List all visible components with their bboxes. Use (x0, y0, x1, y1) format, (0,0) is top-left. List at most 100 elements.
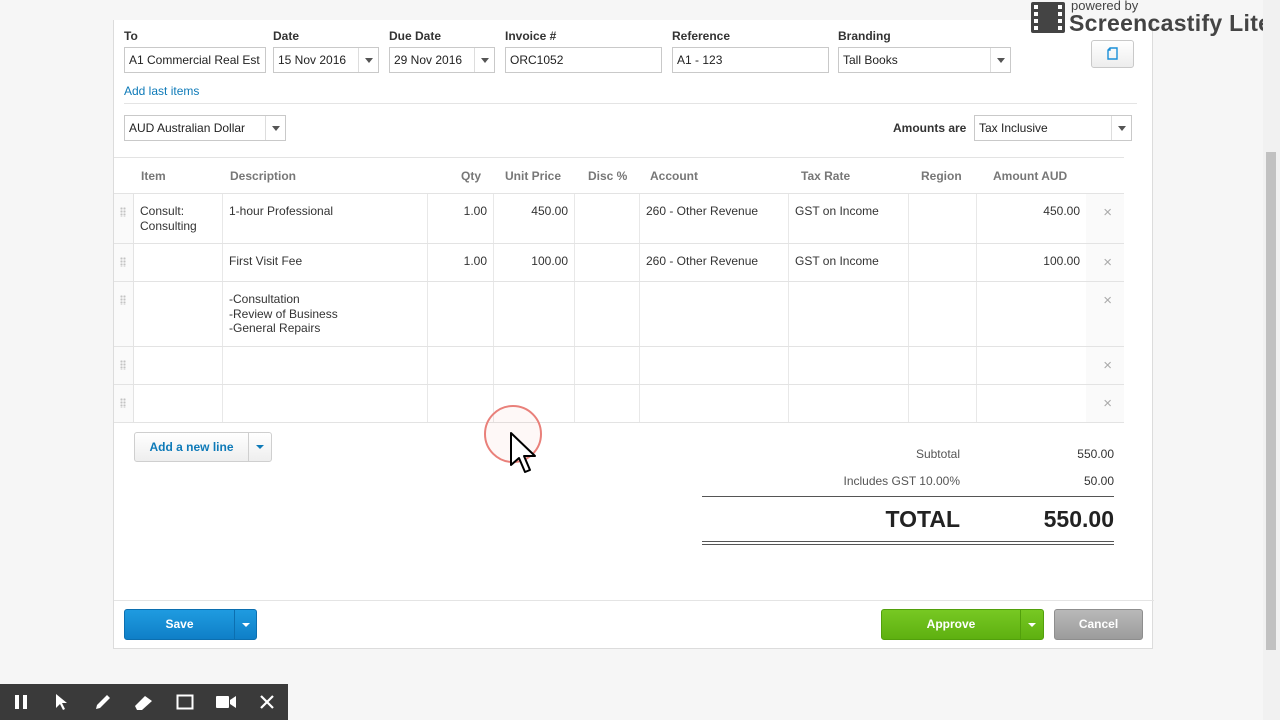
tax-rate-cell[interactable] (789, 347, 909, 384)
table-row[interactable]: Consult: Consulting 1-hour Professional … (114, 194, 1124, 244)
description-cell[interactable] (223, 347, 428, 384)
invoice-number-label: Invoice # (505, 29, 557, 43)
unit-price-cell[interactable]: 100.00 (494, 244, 575, 281)
copy-document-icon (1106, 47, 1118, 60)
drag-handle-icon[interactable] (114, 244, 134, 281)
to-field[interactable]: A1 Commercial Real Est (124, 47, 266, 73)
description-cell[interactable] (223, 385, 428, 422)
qty-cell[interactable] (428, 282, 494, 346)
item-cell[interactable] (134, 244, 223, 281)
region-cell[interactable] (909, 244, 977, 281)
tax-rate-cell[interactable] (789, 385, 909, 422)
due-date-field[interactable]: 29 Nov 2016 (389, 47, 495, 73)
cancel-button[interactable]: Cancel (1054, 609, 1143, 640)
close-icon[interactable] (246, 684, 287, 720)
camera-icon[interactable] (205, 684, 246, 720)
add-last-items-link[interactable]: Add last items (124, 84, 199, 98)
drag-handle-icon[interactable] (114, 385, 134, 422)
date-field[interactable]: 15 Nov 2016 (273, 47, 379, 73)
qty-cell[interactable] (428, 385, 494, 422)
due-date-dropdown-icon[interactable] (474, 48, 494, 72)
add-new-line-dropdown[interactable] (249, 433, 271, 461)
recording-toolbar (0, 684, 288, 720)
region-cell[interactable] (909, 282, 977, 346)
amount-cell[interactable]: 450.00 (977, 194, 1087, 243)
col-account: Account (650, 169, 698, 183)
remove-row-icon[interactable]: × (1103, 358, 1112, 373)
amount-cell[interactable] (977, 347, 1087, 384)
item-cell[interactable] (134, 385, 223, 422)
add-new-line-button-group: Add a new line (134, 432, 272, 462)
eraser-icon[interactable] (123, 684, 164, 720)
region-cell[interactable] (909, 194, 977, 243)
remove-column: × (1086, 244, 1124, 281)
disc-cell[interactable] (575, 347, 640, 384)
item-cell[interactable] (134, 347, 223, 384)
remove-row-icon[interactable]: × (1103, 255, 1112, 270)
qty-cell[interactable]: 1.00 (428, 194, 494, 243)
amounts-are-select[interactable]: Tax Inclusive (974, 115, 1132, 141)
drag-handle-icon[interactable] (114, 194, 134, 243)
branding-dropdown-icon[interactable] (990, 48, 1010, 72)
table-row[interactable]: -Consultation -Review of Business -Gener… (114, 282, 1124, 347)
disc-cell[interactable] (575, 385, 640, 422)
save-options-dropdown[interactable] (235, 610, 256, 639)
qty-cell[interactable] (428, 347, 494, 384)
save-button[interactable]: Save (125, 610, 235, 639)
amount-cell[interactable] (977, 385, 1087, 422)
approve-options-dropdown[interactable] (1021, 610, 1043, 639)
item-cell[interactable]: Consult: Consulting (134, 194, 223, 243)
due-date-label: Due Date (389, 29, 442, 43)
branding-select[interactable]: Tall Books (838, 47, 1011, 73)
region-cell[interactable] (909, 385, 977, 422)
amounts-are-dropdown-icon[interactable] (1111, 116, 1131, 140)
currency-dropdown-icon[interactable] (265, 116, 285, 140)
unit-price-cell[interactable] (494, 282, 575, 346)
drag-handle-icon[interactable] (114, 282, 134, 346)
table-row[interactable]: First Visit Fee 1.00 100.00 260 - Other … (114, 244, 1124, 282)
item-cell[interactable] (134, 282, 223, 346)
account-cell[interactable] (640, 282, 789, 346)
unit-price-cell[interactable] (494, 347, 575, 384)
account-cell[interactable]: 260 - Other Revenue (640, 194, 789, 243)
table-row[interactable]: × (114, 347, 1124, 385)
tax-rate-cell[interactable] (789, 282, 909, 346)
branding-preview-button[interactable] (1091, 40, 1134, 68)
reference-field[interactable]: A1 - 123 (672, 47, 829, 73)
disc-cell[interactable] (575, 282, 640, 346)
reference-label: Reference (672, 29, 731, 43)
col-tax-rate: Tax Rate (801, 169, 851, 183)
amount-cell[interactable] (977, 282, 1087, 346)
region-cell[interactable] (909, 347, 977, 384)
invoice-number-field[interactable]: ORC1052 (505, 47, 662, 73)
add-new-line-button[interactable]: Add a new line (135, 433, 249, 461)
currency-select[interactable]: AUD Australian Dollar (124, 115, 286, 141)
remove-row-icon[interactable]: × (1103, 293, 1112, 308)
account-cell[interactable] (640, 347, 789, 384)
qty-cell[interactable]: 1.00 (428, 244, 494, 281)
tax-rate-cell[interactable]: GST on Income (789, 244, 909, 281)
screencastify-watermark: powered by Screencastify Lite (1028, 0, 1280, 38)
rectangle-icon[interactable] (164, 684, 205, 720)
description-cell[interactable]: 1-hour Professional (223, 194, 428, 243)
remove-row-icon[interactable]: × (1103, 205, 1112, 220)
drag-handle-icon[interactable] (114, 347, 134, 384)
description-cell[interactable]: -Consultation -Review of Business -Gener… (223, 282, 428, 346)
scrollbar-thumb[interactable] (1266, 152, 1276, 650)
col-disc: Disc % (588, 169, 628, 183)
tax-rate-cell[interactable]: GST on Income (789, 194, 909, 243)
description-cell[interactable]: First Visit Fee (223, 244, 428, 281)
amount-cell[interactable]: 100.00 (977, 244, 1087, 281)
account-cell[interactable]: 260 - Other Revenue (640, 244, 789, 281)
pen-icon[interactable] (82, 684, 123, 720)
pointer-icon[interactable] (41, 684, 82, 720)
account-cell[interactable] (640, 385, 789, 422)
approve-button[interactable]: Approve (882, 610, 1021, 639)
table-row[interactable]: × (114, 385, 1124, 423)
date-dropdown-icon[interactable] (358, 48, 378, 72)
unit-price-cell[interactable]: 450.00 (494, 194, 575, 243)
disc-cell[interactable] (575, 194, 640, 243)
pause-icon[interactable] (0, 684, 41, 720)
remove-row-icon[interactable]: × (1103, 396, 1112, 411)
disc-cell[interactable] (575, 244, 640, 281)
